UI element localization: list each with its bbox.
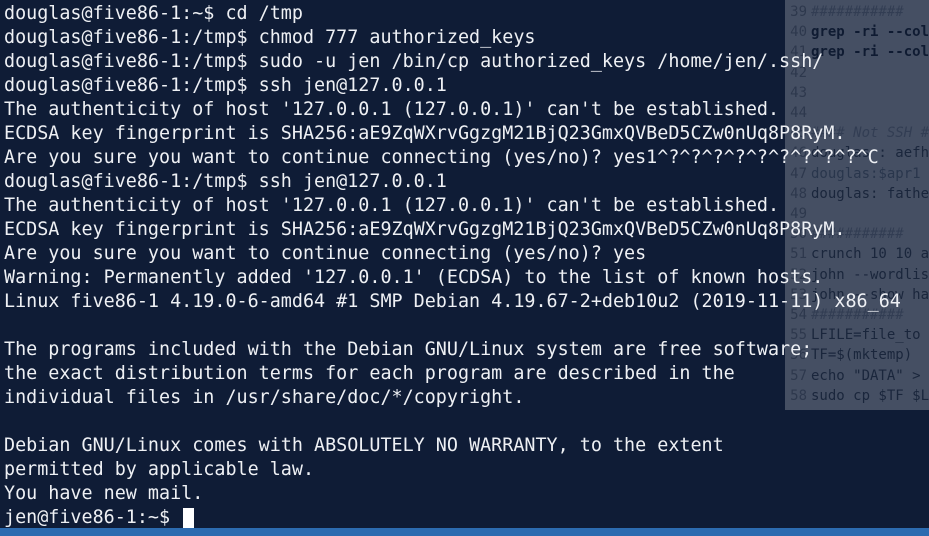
terminal-line: douglas@five86-1:/tmp$ ssh jen@127.0.0.1 (4, 75, 447, 96)
terminal-line: The authenticity of host '127.0.0.1 (127… (4, 99, 780, 120)
shell-prompt: jen@five86-1:~$ (4, 507, 182, 528)
terminal-line: ECDSA key fingerprint is SHA256:aE9ZqWXr… (4, 123, 846, 144)
terminal-line: Are you sure you want to continue connec… (4, 243, 647, 264)
terminal-line: permitted by applicable law. (4, 459, 315, 480)
taskbar-strip (0, 528, 929, 536)
terminal-line: You have new mail. (4, 483, 204, 504)
terminal-window[interactable]: douglas@five86-1:~$ cd /tmp douglas@five8… (0, 0, 929, 536)
terminal-line: Linux five86-1 4.19.0-6-amd64 #1 SMP Deb… (4, 291, 901, 312)
terminal-line: douglas@five86-1:~$ cd /tmp (4, 3, 303, 24)
terminal-line: douglas@five86-1:/tmp$ ssh jen@127.0.0.1 (4, 171, 447, 192)
text-cursor (183, 507, 195, 529)
terminal-output: douglas@five86-1:~$ cd /tmp douglas@five8… (4, 2, 901, 530)
terminal-line: douglas@five86-1:/tmp$ sudo -u jen /bin/… (4, 51, 824, 72)
terminal-line: Warning: Permanently added '127.0.0.1' (… (4, 267, 824, 288)
terminal-line: The programs included with the Debian GN… (4, 339, 813, 360)
terminal-line: Debian GNU/Linux comes with ABSOLUTELY N… (4, 435, 724, 456)
terminal-line: ECDSA key fingerprint is SHA256:aE9ZqWXr… (4, 219, 846, 240)
terminal-line: douglas@five86-1:/tmp$ chmod 777 authori… (4, 27, 536, 48)
terminal-line: individual files in /usr/share/doc/*/cop… (4, 387, 525, 408)
terminal-line: The authenticity of host '127.0.0.1 (127… (4, 195, 780, 216)
terminal-prompt-line[interactable]: jen@five86-1:~$ (4, 506, 901, 530)
terminal-line: the exact distribution terms for each pr… (4, 363, 735, 384)
terminal-line: Are you sure you want to continue connec… (4, 147, 879, 168)
